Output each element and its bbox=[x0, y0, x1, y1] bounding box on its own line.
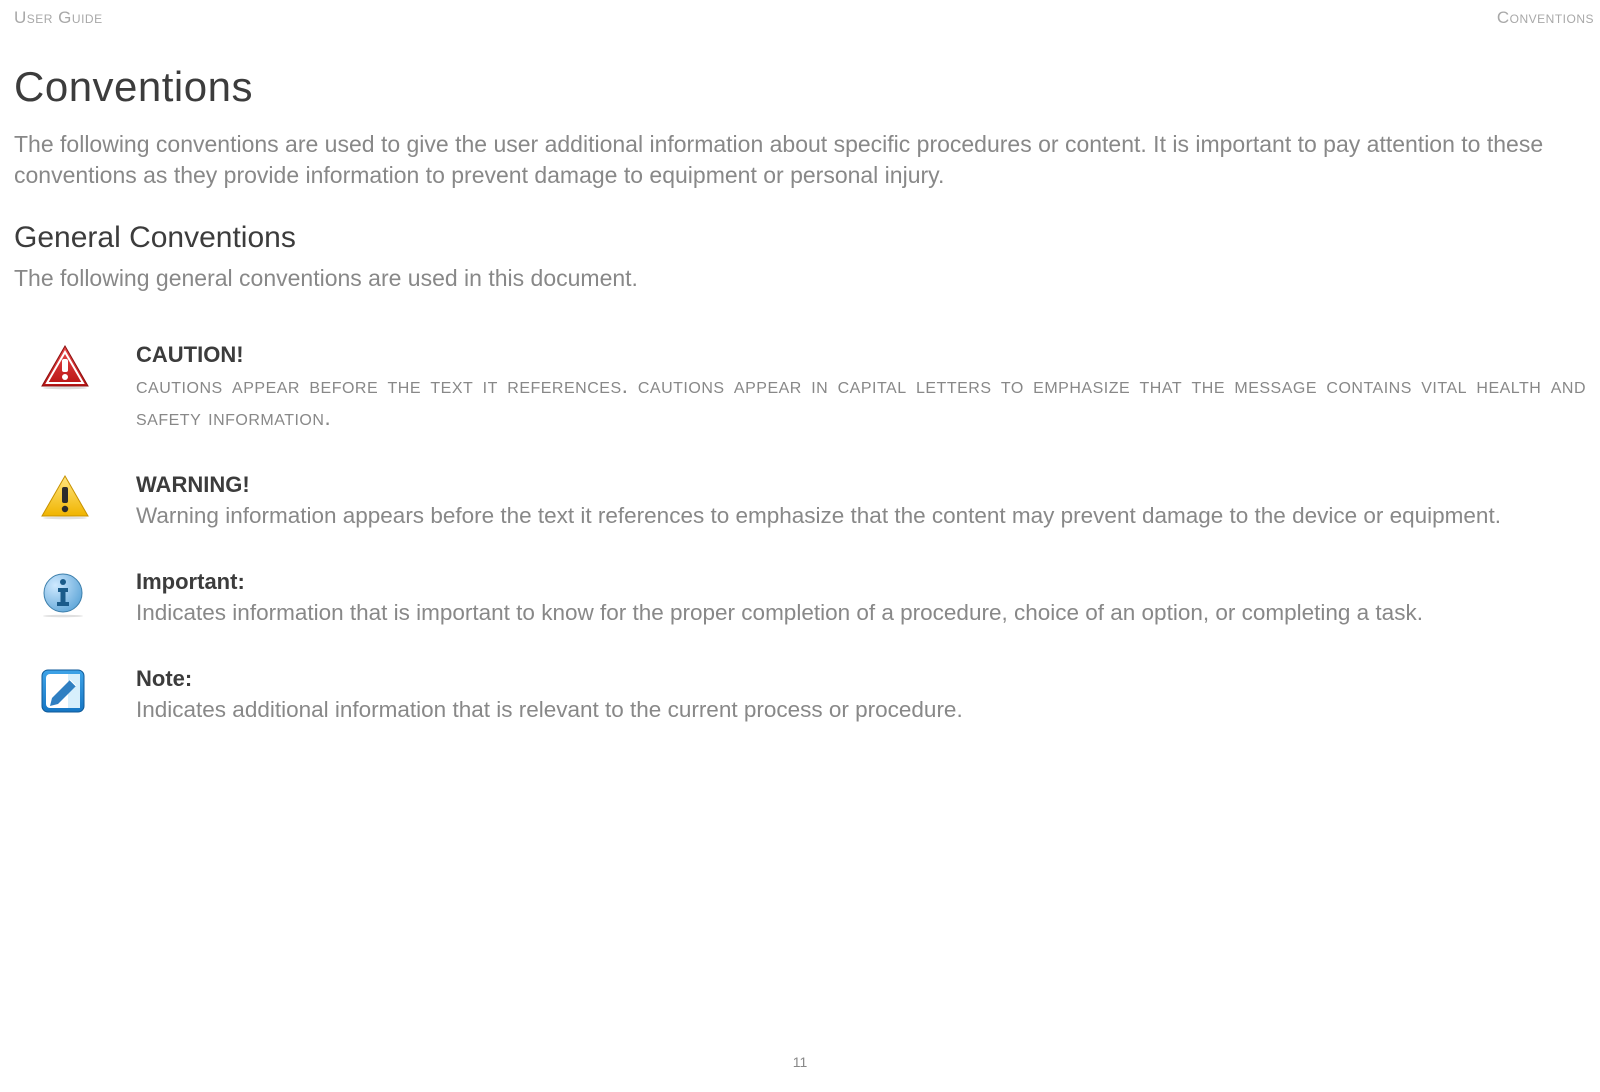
note-text: Indicates additional information that is… bbox=[136, 694, 1586, 725]
warning-heading: WARNING! bbox=[136, 472, 1586, 498]
header-right: Conventions bbox=[1497, 8, 1594, 28]
convention-caution: CAUTION! cautions appear before the text… bbox=[14, 342, 1586, 433]
page-number: 11 bbox=[793, 1054, 808, 1070]
important-heading: Important: bbox=[136, 569, 1586, 595]
caution-text: cautions appear before the text it refer… bbox=[136, 370, 1586, 433]
important-icon bbox=[40, 569, 96, 619]
section-subtitle: General Conventions bbox=[14, 221, 1586, 255]
note-heading: Note: bbox=[136, 666, 1586, 692]
page-title: Conventions bbox=[14, 63, 1586, 111]
header-left: User Guide bbox=[14, 8, 103, 28]
convention-note: Note: Indicates additional information t… bbox=[14, 666, 1586, 725]
subintro-paragraph: The following general conventions are us… bbox=[14, 265, 1586, 292]
warning-icon bbox=[40, 472, 96, 520]
important-text: Indicates information that is important … bbox=[136, 597, 1586, 628]
intro-paragraph: The following conventions are used to gi… bbox=[14, 129, 1586, 191]
caution-icon bbox=[40, 342, 96, 390]
note-icon bbox=[40, 666, 96, 714]
convention-important: Important: Indicates information that is… bbox=[14, 569, 1586, 628]
warning-text: Warning information appears before the t… bbox=[136, 500, 1586, 531]
page-content: Conventions The following conventions ar… bbox=[14, 8, 1586, 725]
convention-warning: WARNING! Warning information appears bef… bbox=[14, 472, 1586, 531]
caution-heading: CAUTION! bbox=[136, 342, 1586, 368]
